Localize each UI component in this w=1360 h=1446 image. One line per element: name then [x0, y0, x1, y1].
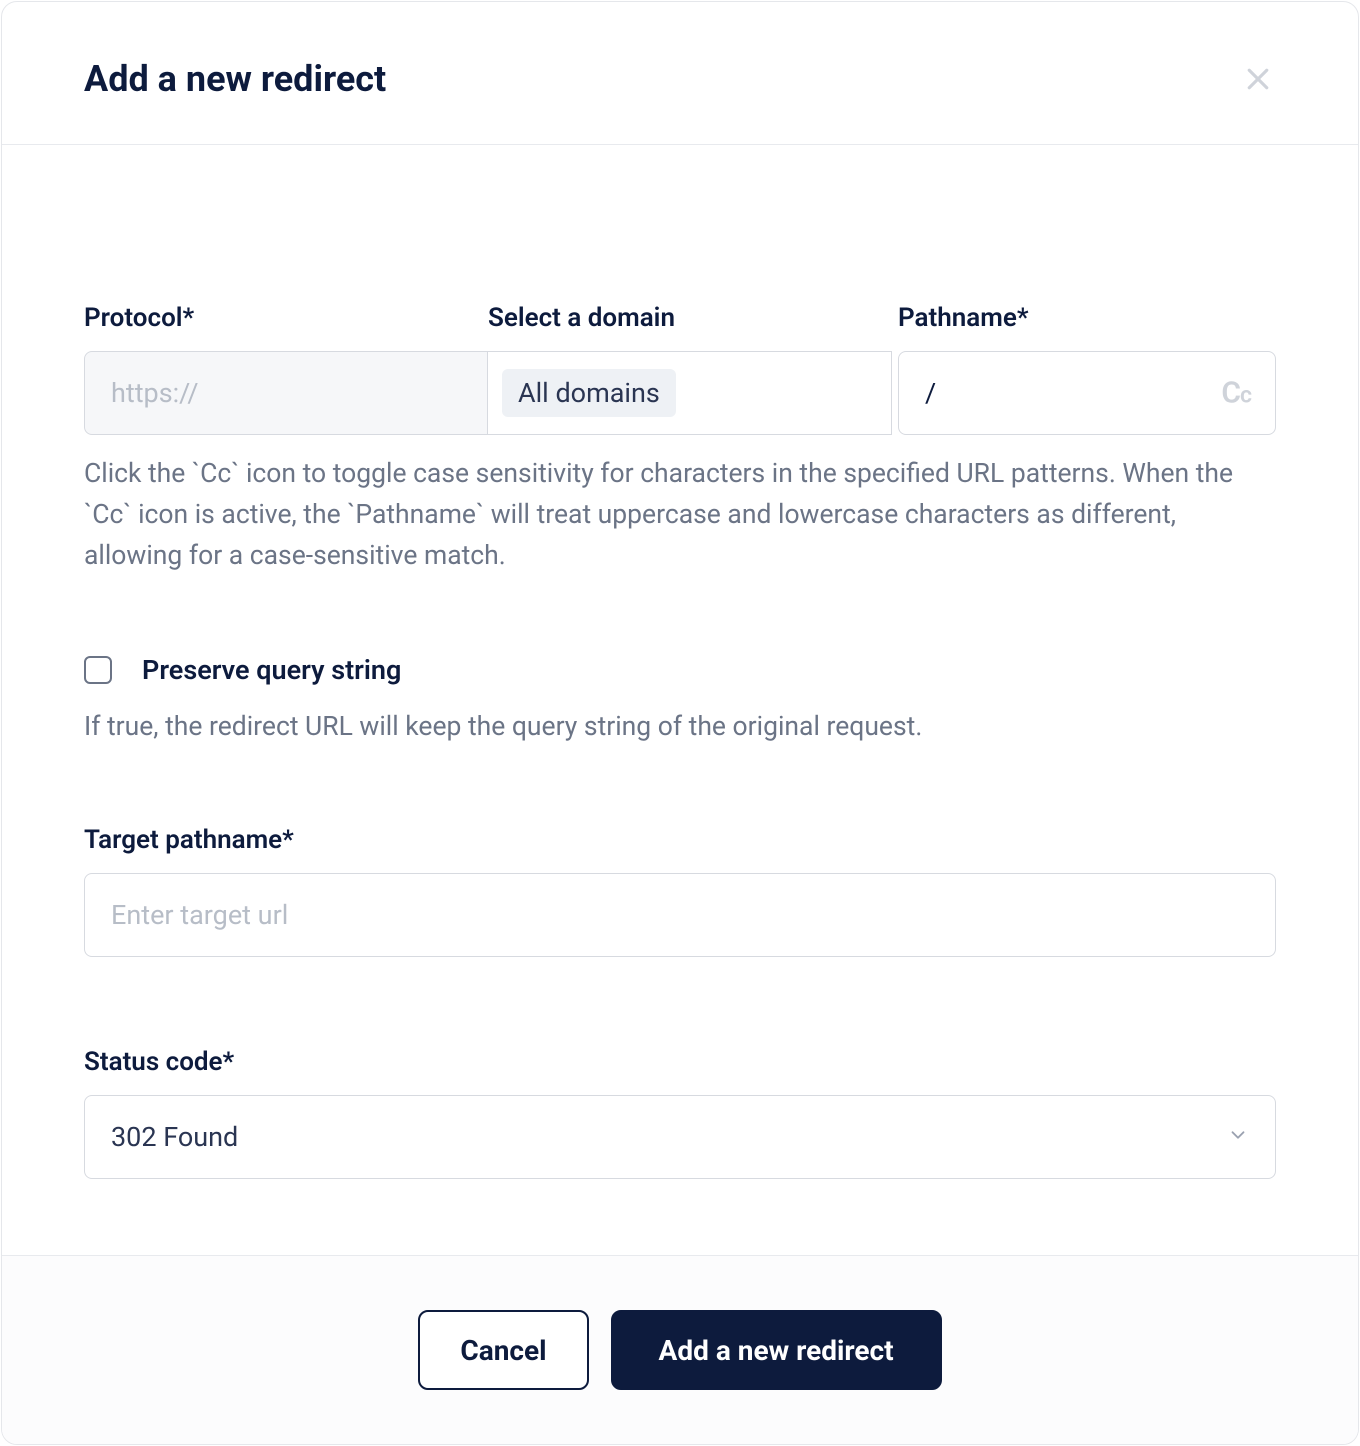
preserve-help-text: If true, the redirect URL will keep the … [84, 706, 1276, 747]
protocol-value: https:// [111, 377, 199, 409]
status-value: 302 Found [111, 1121, 238, 1153]
target-label: Target pathname* [84, 825, 1276, 855]
pathname-label: Pathname* [898, 303, 1276, 333]
add-redirect-modal: Add a new redirect Protocol* https:// Se… [1, 1, 1359, 1445]
status-select[interactable]: 302 Found [84, 1095, 1276, 1179]
modal-footer: Cancel Add a new redirect [2, 1255, 1358, 1444]
pathname-column: Pathname* Cc [898, 303, 1276, 435]
status-label: Status code* [84, 1047, 1276, 1077]
target-input[interactable] [84, 873, 1276, 957]
preserve-section: Preserve query string If true, the redir… [84, 654, 1276, 747]
pathname-input[interactable] [925, 377, 1249, 409]
protocol-input: https:// [84, 351, 488, 435]
chevron-down-icon [1227, 1121, 1249, 1153]
preserve-checkbox-row: Preserve query string [84, 654, 1276, 686]
pathname-input-wrapper: Cc [898, 351, 1276, 435]
cancel-button[interactable]: Cancel [418, 1310, 588, 1390]
domain-select[interactable]: All domains [488, 351, 892, 435]
domain-label: Select a domain [488, 303, 892, 333]
url-row: Protocol* https:// Select a domain All d… [84, 303, 1276, 435]
close-icon [1243, 64, 1273, 94]
status-section: Status code* 302 Found [84, 1047, 1276, 1179]
submit-button[interactable]: Add a new redirect [611, 1310, 942, 1390]
preserve-checkbox[interactable] [84, 656, 112, 684]
domain-column: Select a domain All domains [488, 303, 892, 435]
protocol-label: Protocol* [84, 303, 488, 333]
case-sensitivity-toggle[interactable]: Cc [1221, 376, 1251, 411]
url-help-text: Click the `Cc` icon to toggle case sensi… [84, 453, 1276, 576]
modal-title: Add a new redirect [84, 58, 386, 100]
close-button[interactable] [1240, 61, 1276, 97]
protocol-column: Protocol* https:// [84, 303, 488, 435]
target-section: Target pathname* [84, 825, 1276, 957]
preserve-label: Preserve query string [142, 654, 401, 686]
domain-chip: All domains [502, 369, 676, 417]
modal-body: Protocol* https:// Select a domain All d… [2, 145, 1358, 1255]
modal-header: Add a new redirect [2, 2, 1358, 145]
